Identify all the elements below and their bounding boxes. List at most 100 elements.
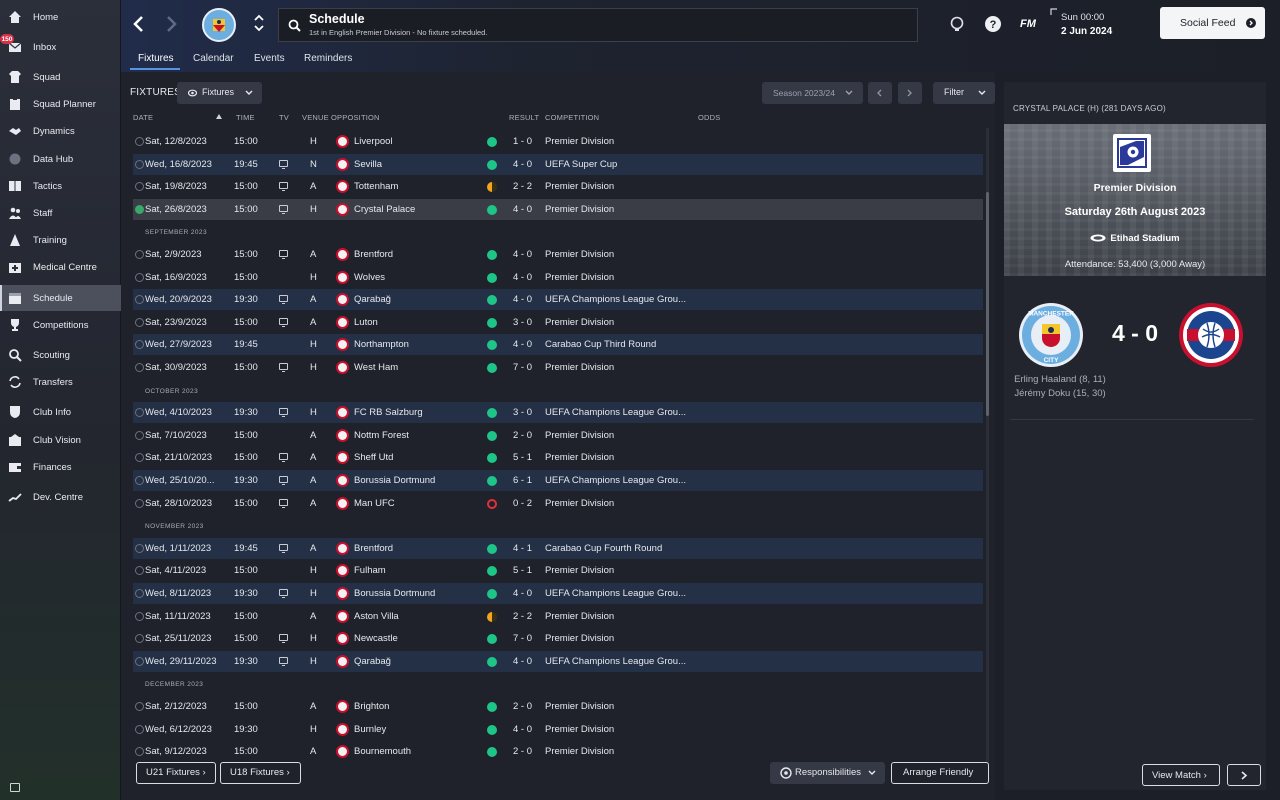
fixture-row[interactable]: Wed, 16/8/2023 19:45 N Sevilla 4 - 0 UEFA Sup…: [133, 153, 983, 175]
col-result[interactable]: RESULT: [509, 113, 539, 122]
fixture-competition[interactable]: Premier Division: [545, 204, 614, 215]
fixture-row[interactable]: Sat, 19/8/2023 15:00 A Tottenham 2 - 2 Premie…: [133, 176, 983, 197]
col-opposition[interactable]: OPPOSITION: [331, 113, 380, 122]
fixture-result[interactable]: 0 - 2: [513, 498, 532, 509]
fixture-opposition[interactable]: Luton: [354, 317, 378, 328]
fixture-competition[interactable]: UEFA Champions League Grou...: [545, 407, 686, 418]
fixture-competition[interactable]: UEFA Super Cup: [545, 159, 617, 170]
fixture-opposition[interactable]: Burnley: [354, 724, 386, 735]
col-date[interactable]: DATE: [133, 113, 153, 122]
fixture-opposition[interactable]: Brentford: [354, 249, 393, 260]
fixture-competition[interactable]: Carabao Cup Third Round: [545, 339, 656, 350]
fixture-opposition[interactable]: Crystal Palace: [354, 204, 415, 215]
col-competition[interactable]: COMPETITION: [545, 113, 599, 122]
fixture-result[interactable]: 2 - 2: [513, 181, 532, 192]
fixture-competition[interactable]: Premier Division: [545, 701, 614, 712]
fixture-opposition[interactable]: Liverpool: [354, 136, 393, 147]
sidebar-item-transfers[interactable]: Transfers: [0, 369, 121, 395]
sidebar-item-scouting[interactable]: Scouting: [0, 342, 121, 368]
sidebar-item-inbox[interactable]: Inbox: [0, 34, 121, 60]
fixture-result[interactable]: 2 - 0: [513, 430, 532, 441]
fixture-result[interactable]: 4 - 0: [513, 724, 532, 735]
fixture-result[interactable]: 4 - 0: [513, 272, 532, 283]
fixture-row[interactable]: Wed, 25/10/20... 19:30 A Borussia Dortmund 6…: [133, 470, 983, 491]
fixture-competition[interactable]: Premier Division: [545, 362, 614, 373]
fixture-competition[interactable]: Premier Division: [545, 498, 614, 509]
season-prev-button[interactable]: [868, 82, 892, 104]
fixture-competition[interactable]: Premier Division: [545, 430, 614, 441]
fixture-row[interactable]: Sat, 23/9/2023 15:00 A Luton 3 - 0 Premier Di…: [133, 312, 983, 333]
season-dropdown[interactable]: Season 2023/24: [762, 82, 863, 104]
fixture-competition[interactable]: Carabao Cup Fourth Round: [545, 543, 662, 554]
season-next-button[interactable]: [898, 82, 922, 104]
sidebar-item-tactics[interactable]: Tactics: [0, 173, 121, 199]
fixture-competition[interactable]: Premier Division: [545, 452, 614, 463]
fixture-result[interactable]: 4 - 0: [513, 249, 532, 260]
fixture-competition[interactable]: Premier Division: [545, 633, 614, 644]
fixture-result[interactable]: 4 - 0: [513, 204, 532, 215]
fixture-opposition[interactable]: Brighton: [354, 701, 389, 712]
col-tv[interactable]: TV: [279, 113, 289, 122]
chevron-updown-icon[interactable]: [253, 11, 265, 35]
fixture-row[interactable]: Wed, 6/12/2023 19:30 H Burnley 4 - 0 Premier …: [133, 719, 983, 740]
fixture-competition[interactable]: UEFA Champions League Grou...: [545, 294, 686, 305]
u21-fixtures-button[interactable]: U21 Fixtures ›: [136, 762, 216, 784]
responsibilities-dropdown[interactable]: Responsibilities: [770, 762, 885, 784]
scrollbar-thumb[interactable]: [986, 192, 989, 416]
fixture-row[interactable]: Sat, 2/9/2023 15:00 A Brentford 4 - 0 Premier…: [133, 244, 983, 265]
fixture-row[interactable]: Wed, 8/11/2023 19:30 H Borussia Dortmund 4 -…: [133, 583, 983, 604]
sidebar-item-dev-centre[interactable]: Dev. Centre: [0, 484, 121, 510]
social-feed-button[interactable]: Social Feed: [1160, 7, 1265, 39]
away-team-crest[interactable]: [1178, 302, 1244, 368]
fixture-competition[interactable]: Premier Division: [545, 724, 614, 735]
sidebar-item-competitions[interactable]: Competitions: [0, 312, 121, 338]
club-crest-icon[interactable]: [202, 8, 236, 42]
home-team-crest[interactable]: MANCHESTER CITY: [1018, 302, 1084, 368]
fixture-result[interactable]: 4 - 0: [513, 588, 532, 599]
fixture-competition[interactable]: UEFA Champions League Grou...: [545, 588, 686, 599]
col-odds[interactable]: ODDS: [698, 113, 720, 122]
fixture-row[interactable]: Sat, 9/12/2023 15:00 A Bournemouth 2 - 0 Prem…: [133, 741, 983, 762]
fixture-opposition[interactable]: Aston Villa: [354, 611, 399, 622]
col-time[interactable]: TIME: [236, 113, 255, 122]
fixture-opposition[interactable]: Tottenham: [354, 181, 398, 192]
sidebar-item-squad-planner[interactable]: Squad Planner: [0, 91, 121, 117]
fixture-opposition[interactable]: Sevilla: [354, 159, 382, 170]
help-icon[interactable]: ?: [984, 15, 1002, 33]
next-match-button[interactable]: [1227, 764, 1261, 786]
fixture-row[interactable]: Sat, 28/10/2023 15:00 A Man UFC 0 - 2 Premier…: [133, 493, 983, 514]
fixture-competition[interactable]: Premier Division: [545, 249, 614, 260]
fixture-opposition[interactable]: Borussia Dortmund: [354, 588, 435, 599]
fixture-competition[interactable]: Premier Division: [545, 746, 614, 757]
fixture-row[interactable]: Wed, 20/9/2023 19:30 A Qarabağ 4 - 0 UEFA Cha…: [133, 289, 983, 311]
fixture-opposition[interactable]: Brentford: [354, 543, 393, 554]
u18-fixtures-button[interactable]: U18 Fixtures ›: [220, 762, 301, 784]
fixture-result[interactable]: 4 - 0: [513, 159, 532, 170]
sidebar-item-training[interactable]: Training: [0, 227, 121, 253]
tab-fixtures[interactable]: Fixtures: [138, 53, 174, 64]
tab-calendar[interactable]: Calendar: [193, 53, 234, 64]
fixture-row[interactable]: Sat, 25/11/2023 15:00 H Newcastle 7 - 0 Premi…: [133, 628, 983, 649]
fixture-row[interactable]: Sat, 30/9/2023 15:00 H West Ham 7 - 0 Premier…: [133, 357, 983, 378]
sidebar-item-home[interactable]: Home: [0, 4, 121, 30]
fixture-competition[interactable]: Premier Division: [545, 317, 614, 328]
sidebar-item-club-vision[interactable]: Club Vision: [0, 427, 121, 453]
fixture-row[interactable]: Sat, 12/8/2023 15:00 H Liverpool 1 - 0 Premie…: [133, 131, 983, 152]
fixtures-view-dropdown[interactable]: Fixtures: [177, 82, 262, 104]
sidebar-item-finances[interactable]: Finances: [0, 454, 121, 480]
fm-menu-icon[interactable]: FM: [1020, 18, 1036, 30]
fixture-row[interactable]: Sat, 21/10/2023 15:00 A Sheff Utd 5 - 1 Premi…: [133, 447, 983, 468]
fixture-competition[interactable]: Premier Division: [545, 565, 614, 576]
fixture-row[interactable]: Sat, 7/10/2023 15:00 A Nottm Forest 2 - 0 Pre…: [133, 425, 983, 446]
fixture-opposition[interactable]: Sheff Utd: [354, 452, 393, 463]
fixture-competition[interactable]: UEFA Champions League Grou...: [545, 475, 686, 486]
fixture-row[interactable]: Wed, 4/10/2023 19:30 H FC RB Salzburg 3 - 0 U…: [133, 402, 983, 424]
sidebar-item-staff[interactable]: Staff: [0, 200, 121, 226]
fixture-opposition[interactable]: Northampton: [354, 339, 409, 350]
fixture-opposition[interactable]: FC RB Salzburg: [354, 407, 423, 418]
fixture-result[interactable]: 7 - 0: [513, 633, 532, 644]
sidebar-item-schedule[interactable]: Schedule: [0, 285, 121, 311]
fixture-row[interactable]: Sat, 26/8/2023 15:00 H Crystal Palace 4 - 0 P…: [133, 198, 983, 220]
fixture-opposition[interactable]: Man UFC: [354, 498, 395, 509]
sidebar-item-medical-centre[interactable]: Medical Centre: [0, 254, 121, 280]
